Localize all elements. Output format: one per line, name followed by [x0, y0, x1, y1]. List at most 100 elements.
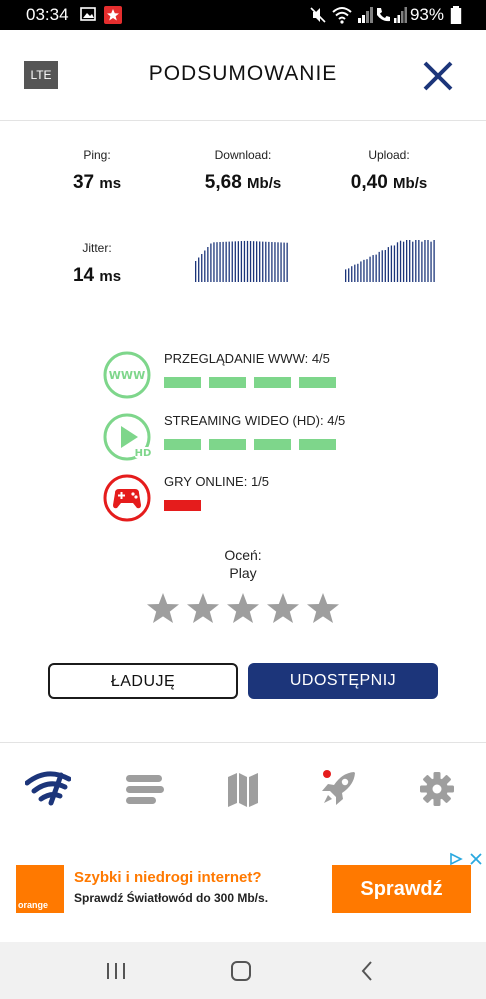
graph-bar [402, 241, 405, 282]
download-unit: Mb/s [247, 175, 282, 192]
graph-bar [393, 245, 396, 282]
ping-value: 37 [72, 172, 95, 193]
upload-graph [345, 240, 435, 282]
mute-icon [310, 7, 326, 23]
rating-stars [146, 592, 340, 630]
star-icon[interactable] [306, 592, 340, 626]
graph-bar [366, 259, 368, 282]
graph-bar [262, 241, 264, 282]
star-icon[interactable] [146, 592, 180, 626]
download-value-line: 5,68 Mb/s [183, 172, 303, 194]
gallery-icon [80, 7, 96, 21]
page-title: PODSUMOWANIE [148, 62, 338, 85]
graph-bar [427, 240, 429, 282]
download-label: Download: [214, 148, 272, 162]
jitter-value-line: 14 ms [47, 265, 147, 287]
ping-unit: ms [99, 175, 122, 192]
quality-label-video: STREAMING WIDEO (HD): 4/5 [164, 413, 346, 428]
quality-row-games: GRY ONLINE: 1/5 [102, 473, 402, 527]
system-navigation-bar [0, 942, 486, 999]
ping-value-line: 37 ms [47, 172, 147, 194]
graph-bar [406, 240, 408, 282]
graph-bar [234, 241, 236, 282]
jitter-unit: ms [99, 268, 122, 285]
ping-metric: Ping: 37 ms [47, 148, 147, 194]
graph-bar [360, 261, 362, 282]
graph-bar [268, 241, 270, 282]
graph-bar [433, 240, 435, 282]
graph-bar [421, 241, 423, 282]
gamepad-icon [103, 474, 151, 522]
upload-label: Upload: [368, 148, 410, 162]
rating-label: Oceń: [224, 547, 262, 563]
graph-bar [243, 240, 246, 282]
notification-icon [104, 6, 122, 24]
graph-bar [372, 255, 374, 282]
ad-headline: Szybki i niedrogi internet? [74, 869, 262, 886]
graph-bar [277, 242, 279, 282]
graph-bar [246, 240, 249, 282]
ping-label: Ping: [83, 148, 111, 162]
quality-bar-segment [209, 377, 246, 388]
history-icon[interactable] [122, 769, 168, 809]
play-hd-icon: HD [103, 413, 152, 461]
graph-bar [216, 242, 218, 282]
graph-bar [363, 259, 365, 282]
ad-subtext: Sprawdź Światłowód do 300 Mb/s. [74, 891, 269, 905]
graph-bar [256, 241, 258, 282]
graph-bar [381, 250, 383, 282]
app-header: LTE PODSUMOWANIE [0, 30, 486, 121]
clock: 03:34 [26, 5, 69, 24]
share-button[interactable]: UDOSTĘPNIJ [248, 663, 438, 699]
graph-bar [387, 247, 389, 282]
graph-bar [271, 242, 273, 282]
loading-button[interactable]: ŁADUJĘ [48, 663, 238, 699]
star-icon[interactable] [186, 592, 220, 626]
graph-bar [415, 240, 417, 282]
home-icon[interactable] [229, 959, 253, 983]
close-icon[interactable] [420, 58, 456, 94]
star-icon[interactable] [226, 592, 260, 626]
jitter-metric: Jitter: 14 ms [47, 241, 147, 287]
graph-bar [204, 250, 206, 282]
graph-bar [412, 241, 414, 282]
graph-bar [198, 257, 200, 282]
ad-cta-button[interactable]: Sprawdź [332, 865, 471, 913]
quality-bar-segment [299, 377, 336, 388]
settings-icon[interactable] [414, 769, 460, 809]
graph-bar [384, 250, 386, 282]
upload-value-line: 0,40 Mb/s [329, 172, 449, 194]
recent-apps-icon[interactable] [104, 959, 128, 983]
jitter-value: 14 [72, 265, 95, 286]
map-icon[interactable] [220, 769, 266, 809]
ad-choices-icon[interactable] [449, 852, 483, 866]
rocket-icon[interactable] [318, 769, 364, 809]
graph-bar [195, 261, 197, 282]
upload-metric: Upload: 0,40 Mb/s [329, 148, 449, 194]
quality-bar-segment [299, 439, 336, 450]
back-icon[interactable] [356, 959, 380, 983]
quality-bar-segment [254, 377, 291, 388]
notification-badge [323, 770, 331, 778]
wifi-icon [332, 7, 352, 24]
ad-banner[interactable]: orange Szybki i niedrogi internet? Spraw… [0, 836, 486, 942]
star-icon[interactable] [266, 592, 300, 626]
upload-value: 0,40 [350, 172, 388, 193]
call-icon [377, 8, 390, 22]
graph-bar [265, 241, 267, 282]
quality-label-games: GRY ONLINE: 1/5 [164, 474, 270, 489]
svg-text:HD: HD [135, 448, 152, 459]
bottom-navigation [0, 742, 486, 836]
signal-icon [394, 7, 407, 23]
download-metric: Download: 5,68 Mb/s [183, 148, 303, 194]
battery-icon [450, 6, 462, 24]
www-icon: WWW [103, 351, 151, 399]
battery-level: 93% [409, 5, 444, 24]
graph-bar [210, 243, 212, 282]
graph-bar [228, 241, 230, 282]
graph-bar [351, 266, 353, 282]
orange-logo-text: orange [18, 900, 49, 910]
speedtest-icon[interactable] [25, 769, 71, 809]
graph-bar [354, 264, 356, 282]
graph-bar [378, 251, 380, 282]
